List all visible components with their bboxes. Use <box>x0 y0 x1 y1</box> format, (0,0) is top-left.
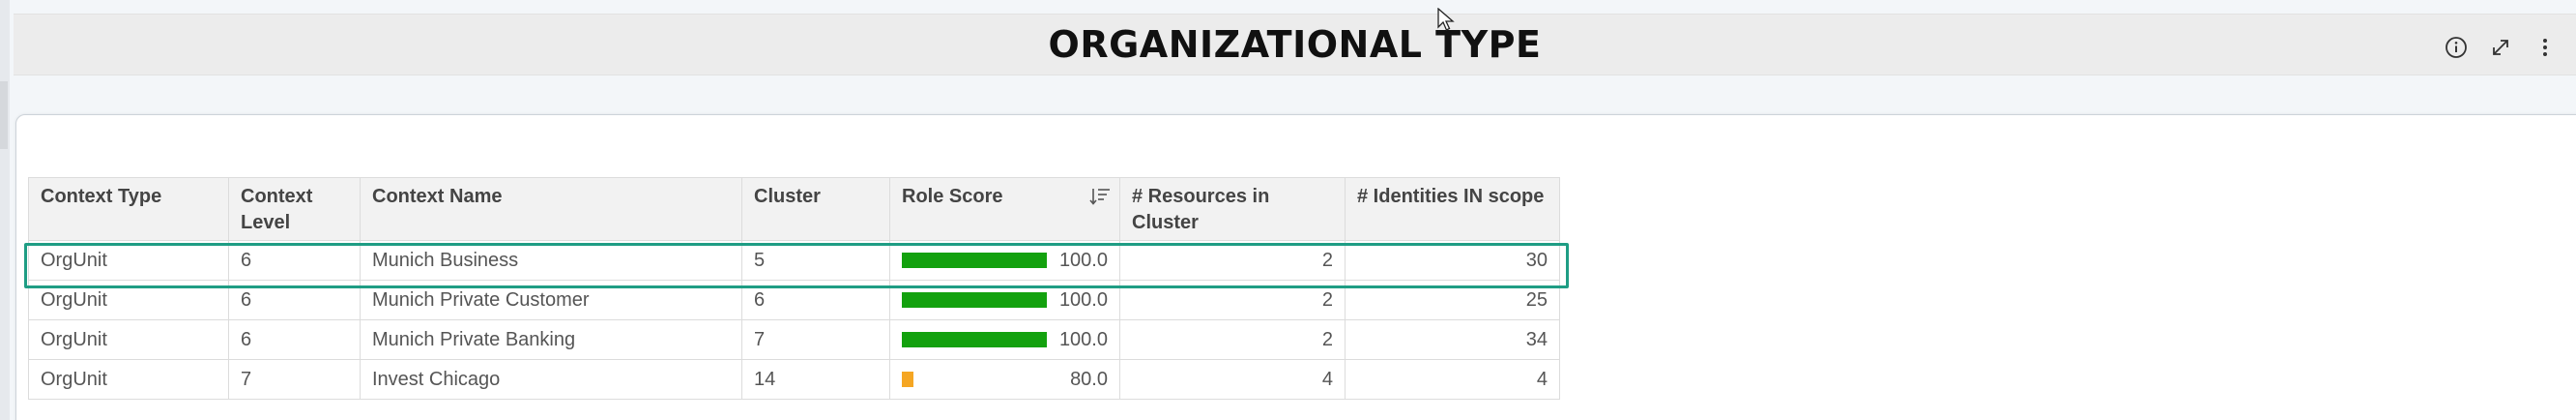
cell-context-type: OrgUnit <box>28 280 229 320</box>
cell-context-level: 7 <box>228 359 361 400</box>
score-bar-fill <box>902 253 1047 268</box>
cell-context-name: Invest Chicago <box>360 359 742 400</box>
cell-resources: 2 <box>1119 240 1346 281</box>
cell-context-name: Munich Private Customer <box>360 280 742 320</box>
cell-context-level: 6 <box>228 240 361 281</box>
cell-identities: 25 <box>1345 280 1560 320</box>
score-bar-fill <box>902 292 1047 308</box>
score-bar <box>902 332 1047 347</box>
column-header-role-score[interactable]: Role Score <box>889 177 1120 241</box>
mouse-cursor-icon <box>1437 8 1455 31</box>
score-value: 100.0 <box>1058 289 1108 311</box>
score-value: 100.0 <box>1058 250 1108 271</box>
cell-resources: 2 <box>1119 280 1346 320</box>
results-table: Context Type Context Level Context Name … <box>28 177 1560 400</box>
table-row[interactable]: OrgUnit 7 Invest Chicago 14 80.0 4 4 <box>28 359 1560 400</box>
table-header-row: Context Type Context Level Context Name … <box>28 177 1560 241</box>
cell-role-score: 100.0 <box>889 240 1120 281</box>
cell-role-score: 80.0 <box>889 359 1120 400</box>
score-bar <box>902 372 1047 387</box>
cell-role-score: 100.0 <box>889 319 1120 360</box>
widget-header: ORGANIZATIONAL TYPE <box>14 14 2576 75</box>
cell-cluster: 5 <box>741 240 890 281</box>
cell-context-name: Munich Business <box>360 240 742 281</box>
cell-context-type: OrgUnit <box>28 240 229 281</box>
widget-toolbar <box>2443 34 2559 61</box>
cell-identities: 34 <box>1345 319 1560 360</box>
cell-context-type: OrgUnit <box>28 319 229 360</box>
score-bar <box>902 292 1047 308</box>
column-header-resources-in-cluster[interactable]: # Resources in Cluster <box>1119 177 1346 241</box>
info-icon[interactable] <box>2443 34 2470 61</box>
table-row[interactable]: OrgUnit 6 Munich Business 5 100.0 2 30 <box>28 240 1560 281</box>
score-bar-fill <box>902 372 913 387</box>
column-header-identities-in-scope[interactable]: # Identities IN scope <box>1345 177 1560 241</box>
cell-role-score: 100.0 <box>889 280 1120 320</box>
dashboard-page: ORGANIZATIONAL TYPE Context Type Context… <box>0 0 2576 420</box>
table-row[interactable]: OrgUnit 6 Munich Private Customer 6 100.… <box>28 280 1560 320</box>
cell-resources: 2 <box>1119 319 1346 360</box>
sort-descending-icon[interactable] <box>1088 187 1112 206</box>
score-value: 100.0 <box>1058 329 1108 350</box>
left-edge-handle[interactable] <box>0 81 8 149</box>
column-header-cluster[interactable]: Cluster <box>741 177 890 241</box>
column-header-role-score-label: Role Score <box>902 186 1003 207</box>
cell-identities: 4 <box>1345 359 1560 400</box>
cell-cluster: 6 <box>741 280 890 320</box>
expand-icon[interactable] <box>2487 34 2514 61</box>
score-value: 80.0 <box>1070 369 1108 390</box>
cell-context-level: 6 <box>228 319 361 360</box>
score-bar-fill <box>902 332 1047 347</box>
widget-title: ORGANIZATIONAL TYPE <box>1048 23 1542 66</box>
table-row[interactable]: OrgUnit 6 Munich Private Banking 7 100.0… <box>28 319 1560 360</box>
column-header-context-name[interactable]: Context Name <box>360 177 742 241</box>
cell-resources: 4 <box>1119 359 1346 400</box>
cell-identities: 30 <box>1345 240 1560 281</box>
column-header-context-level[interactable]: Context Level <box>228 177 361 241</box>
cell-context-type: OrgUnit <box>28 359 229 400</box>
cell-context-level: 6 <box>228 280 361 320</box>
more-vertical-icon[interactable] <box>2532 34 2559 61</box>
cell-cluster: 7 <box>741 319 890 360</box>
cell-cluster: 14 <box>741 359 890 400</box>
cell-context-name: Munich Private Banking <box>360 319 742 360</box>
score-bar <box>902 253 1047 268</box>
left-edge-strip <box>0 0 10 420</box>
column-header-context-type[interactable]: Context Type <box>28 177 229 241</box>
